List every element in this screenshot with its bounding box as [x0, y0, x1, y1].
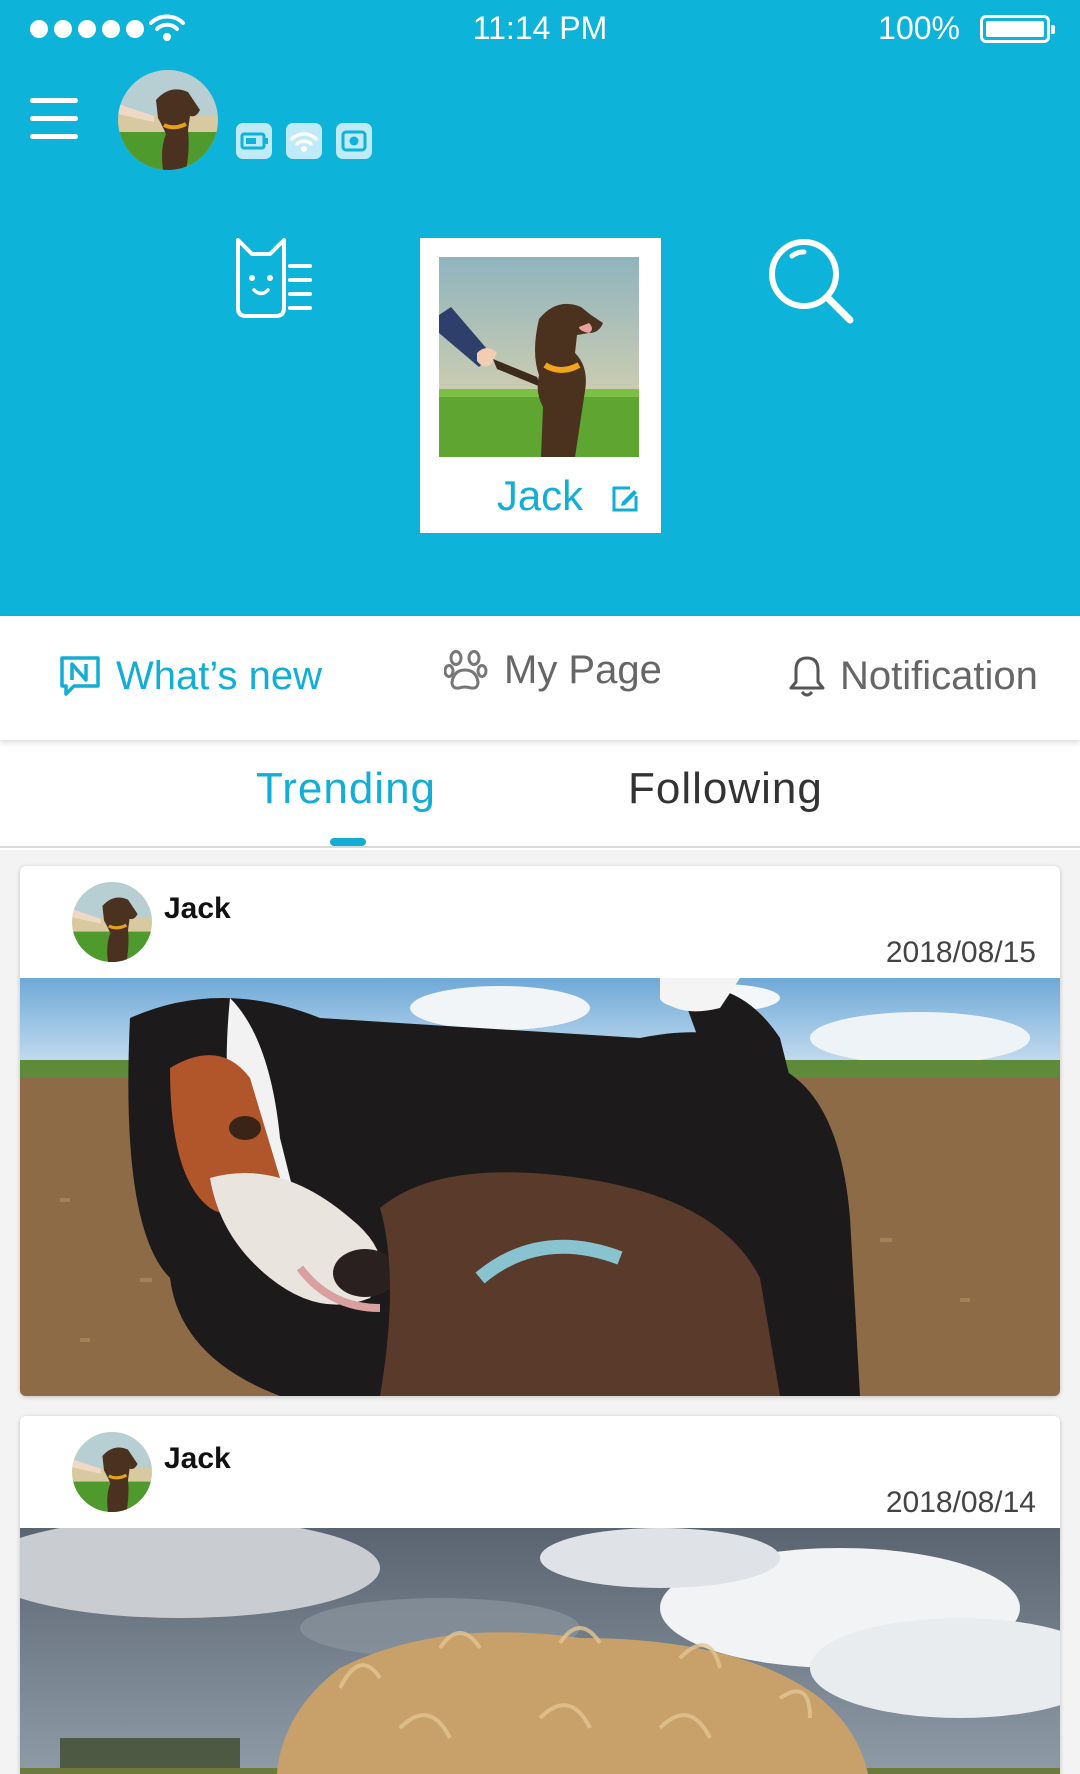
post-image[interactable]: [20, 978, 1060, 1396]
search-icon[interactable]: [766, 236, 856, 326]
avatar[interactable]: [118, 70, 218, 170]
nav-notification-label: Notification: [840, 653, 1038, 698]
app-screen: 11:14 PM 100% Jack What’s new My Page No…: [0, 0, 1080, 1774]
post-card[interactable]: Jack 2018/08/14: [20, 1416, 1060, 1774]
header: 11:14 PM 100% Jack: [0, 0, 1080, 616]
status-bar: 11:14 PM 100%: [0, 0, 1080, 60]
main-nav: What’s new My Page Notification: [0, 616, 1080, 740]
device-wifi-icon: [286, 123, 322, 159]
post-image[interactable]: [20, 1528, 1060, 1774]
edit-icon[interactable]: [610, 484, 640, 514]
nav-whats-new-label: What’s new: [116, 653, 323, 698]
menu-icon[interactable]: [30, 98, 78, 140]
bell-icon: [789, 656, 825, 697]
tab-trending[interactable]: Trending: [256, 764, 436, 814]
post-date: 2018/08/14: [885, 1486, 1036, 1519]
device-battery-icon: [236, 123, 272, 159]
post-avatar[interactable]: [72, 1432, 152, 1512]
post-author[interactable]: Jack: [164, 892, 231, 926]
profile-card[interactable]: Jack: [420, 238, 661, 533]
nav-my-page-label: My Page: [504, 647, 662, 692]
post-date: 2018/08/15: [885, 936, 1036, 969]
pet-list-icon[interactable]: [232, 236, 314, 320]
tab-following[interactable]: Following: [628, 764, 823, 814]
news-icon: [60, 656, 100, 696]
nav-notification[interactable]: Notification: [788, 646, 1038, 706]
post-card[interactable]: Jack 2018/08/15: [20, 866, 1060, 1396]
feed: Jack 2018/08/15 Jack 2018/08/14: [0, 850, 1080, 1774]
post-author[interactable]: Jack: [164, 1442, 231, 1476]
profile-photo: [439, 257, 639, 457]
device-status-icons: [236, 123, 372, 159]
nav-my-page[interactable]: My Page: [444, 640, 662, 700]
feed-tabs: Trending Following: [0, 740, 1080, 848]
battery-percentage: 100%: [878, 10, 960, 46]
battery-icon: [980, 15, 1055, 43]
paw-icon: [444, 650, 488, 690]
tab-indicator: [330, 838, 366, 846]
device-camera-icon: [336, 123, 372, 159]
nav-whats-new[interactable]: What’s new: [58, 646, 322, 706]
post-avatar[interactable]: [72, 882, 152, 962]
